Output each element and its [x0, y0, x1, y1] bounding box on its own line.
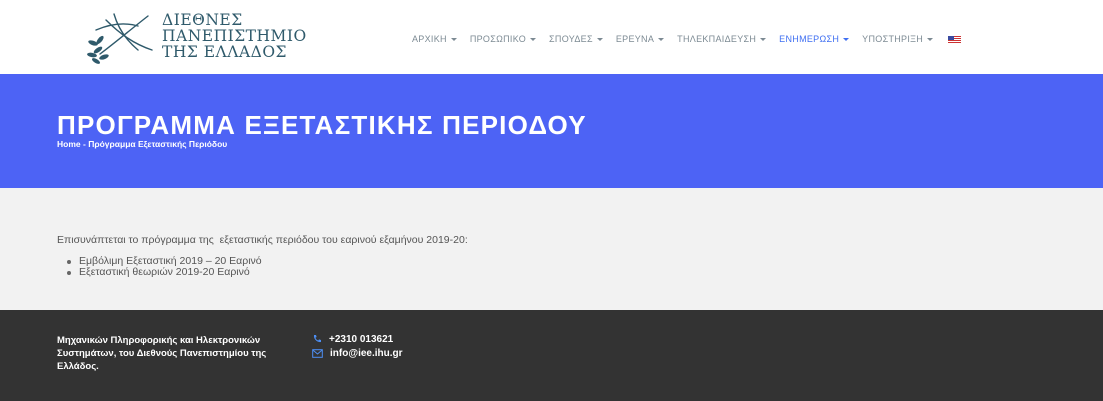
- nav-item-home[interactable]: ΑΡΧΙΚΗ: [412, 34, 457, 44]
- nav-label: ΥΠΟΣΤΗΡΙΞΗ: [862, 34, 924, 44]
- university-logo[interactable]: ΔΙΕΘΝΕΣ ΠΑΝΕΠΙΣΤΗΜΙΟ ΤΗΣ ΕΛΛΑΔΟΣ: [86, 8, 366, 68]
- logo-line: ΠΑΝΕΠΙΣΤΗΜΙΟ: [162, 27, 307, 45]
- logo-wordmark: ΔΙΕΘΝΕΣ ΠΑΝΕΠΙΣΤΗΜΙΟ ΤΗΣ ΕΛΛΑΔΟΣ: [162, 12, 307, 60]
- phone-number: +2310 013621: [329, 333, 394, 345]
- nav-item-support[interactable]: ΥΠΟΣΤΗΡΙΞΗ: [862, 34, 934, 44]
- caret-down-icon: [658, 37, 665, 41]
- nav-item-distance-learning[interactable]: ΤΗΛΕΚΠΑΙΔΕΥΣΗ: [677, 34, 767, 44]
- breadcrumb-home-link[interactable]: Home: [57, 139, 81, 149]
- nav-label: ΣΠΟΥΔΕΣ: [549, 34, 593, 44]
- exam-schedule-links: Εμβόλιμη Εξεταστική 2019 – 20 Εαρινό Εξε…: [64, 256, 262, 278]
- nav-item-staff[interactable]: ΠΡΟΣΩΠΙΚΟ: [469, 34, 537, 44]
- caret-down-icon: [450, 37, 457, 41]
- contact-info: +2310 013621 info@iee.ihu.gr: [312, 332, 403, 360]
- page-title: ΠΡΟΓΡΑΜΜΑ ΕΞΕΤΑΣΤΙΚΗΣ ΠΕΡΙΟΔΟΥ: [57, 110, 587, 140]
- nav-item-research[interactable]: ΕΡΕΥΝΑ: [615, 34, 665, 44]
- breadcrumb: Home - Πρόγραμμα Εξεταστικής Περιόδου: [57, 139, 227, 149]
- logo-line: ΤΗΣ ΕΛΛΑΔΟΣ: [162, 43, 287, 61]
- caret-down-icon: [530, 37, 537, 41]
- intro-text: Επισυνάπτεται το πρόγραμμα της εξεταστικ…: [57, 234, 468, 246]
- nav-item-news[interactable]: ΕΝΗΜΕΡΩΣΗ: [779, 34, 850, 44]
- page-banner: ΠΡΟΓΡΑΜΜΑ ΕΞΕΤΑΣΤΙΚΗΣ ΠΕΡΙΟΔΟΥ Home - Πρ…: [0, 74, 1103, 188]
- us-flag-icon[interactable]: [948, 35, 962, 43]
- nav-label: ΕΡΕΥΝΑ: [615, 34, 655, 44]
- breadcrumb-current: Πρόγραμμα Εξεταστικής Περιόδου: [88, 139, 228, 149]
- main-nav: ΑΡΧΙΚΗ ΠΡΟΣΩΠΙΚΟ ΣΠΟΥΔΕΣ ΕΡΕΥΝΑ ΤΗΛΕΚΠΑΙ…: [412, 30, 962, 48]
- caret-down-icon: [596, 37, 603, 41]
- footer-about-text: Μηχανικών Πληροφορικής και Ηλεκτρονικών …: [57, 335, 267, 372]
- nav-label: ΠΡΟΣΩΠΙΚΟ: [469, 34, 527, 44]
- main-content: Επισυνάπτεται το πρόγραμμα της εξεταστικ…: [0, 188, 1103, 310]
- email-address: info@iee.ihu.gr: [330, 347, 403, 359]
- caret-down-icon: [760, 37, 767, 41]
- list-item-link[interactable]: Εξεταστική θεωριών 2019-20 Εαρινό: [64, 267, 262, 278]
- phone-link[interactable]: +2310 013621: [312, 332, 403, 346]
- nav-item-studies[interactable]: ΣΠΟΥΔΕΣ: [549, 34, 603, 44]
- caret-down-icon: [843, 37, 850, 41]
- site-footer: Μηχανικών Πληροφορικής και Ηλεκτρονικών …: [0, 310, 1103, 401]
- email-link[interactable]: info@iee.ihu.gr: [312, 346, 403, 360]
- nav-label: ΤΗΛΕΚΠΑΙΔΕΥΣΗ: [677, 34, 757, 44]
- nav-label: ΕΝΗΜΕΡΩΣΗ: [779, 34, 840, 44]
- nav-label: ΑΡΧΙΚΗ: [412, 34, 447, 44]
- logo-line: ΔΙΕΘΝΕΣ: [162, 11, 243, 29]
- caret-down-icon: [927, 37, 934, 41]
- envelope-icon: [312, 348, 323, 358]
- phone-icon: [313, 335, 321, 343]
- olive-branch-logo-icon: [87, 13, 153, 64]
- site-header: ΔΙΕΘΝΕΣ ΠΑΝΕΠΙΣΤΗΜΙΟ ΤΗΣ ΕΛΛΑΔΟΣ ΑΡΧΙΚΗ …: [0, 0, 1103, 74]
